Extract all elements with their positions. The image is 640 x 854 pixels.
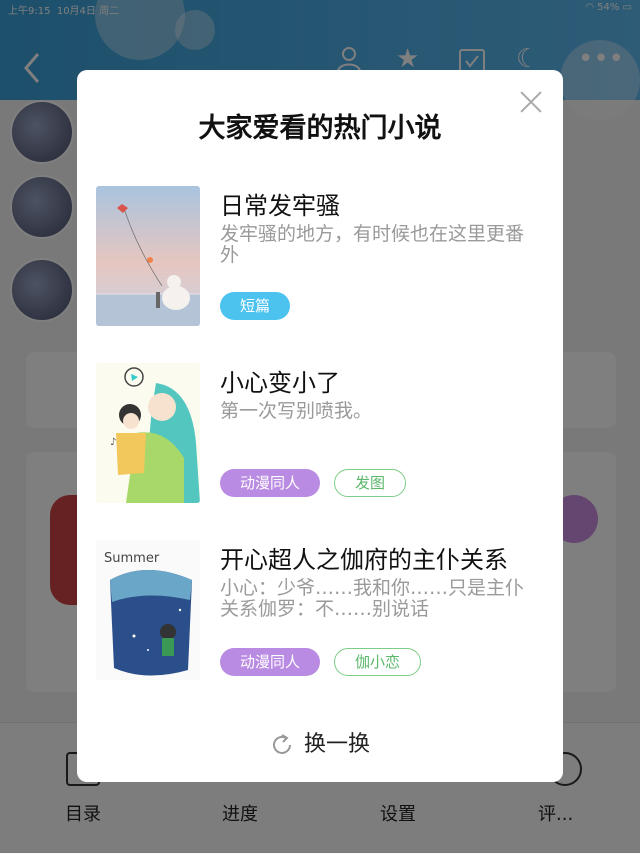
book-item[interactable]: Summer 开心超人之伽府的主仆关系 小心：少爷……我和你……只是主仆关系伽罗… [96, 540, 544, 684]
svg-text:♪: ♪ [110, 437, 116, 448]
tag[interactable]: 动漫同人 [220, 469, 321, 497]
modal-title: 大家爱看的热门小说 [198, 113, 442, 144]
book-tags: 动漫同人 伽小恋 [220, 648, 422, 676]
book-title[interactable]: 日常发牢骚 [220, 186, 340, 221]
book-cover[interactable]: ♪ [96, 363, 200, 503]
hot-novels-modal: 大家爱看的热门小说 日常发牢骚 发牢骚的地方，有时候也在这里更番外 短篇 ♪ 小… [77, 70, 563, 782]
book-tags: 短篇 [220, 292, 291, 320]
book-description: 第一次写别喷我。 [220, 400, 373, 422]
book-item[interactable]: 日常发牢骚 发牢骚的地方，有时候也在这里更番外 短篇 [96, 186, 544, 330]
book-description: 小心：少爷……我和你……只是主仆关系伽罗：不……别说话 [220, 577, 525, 620]
tag[interactable]: 短篇 [220, 292, 291, 320]
book-item[interactable]: ♪ 小心变小了 第一次写别喷我。 动漫同人 发图 [96, 363, 544, 507]
cover-text: Summer [104, 551, 160, 566]
book-cover[interactable] [96, 186, 200, 326]
book-description: 发牢骚的地方，有时候也在这里更番外 [220, 223, 525, 266]
refresh-button[interactable]: 换一换 [77, 726, 563, 758]
book-tags: 动漫同人 发图 [220, 469, 407, 497]
close-icon[interactable] [517, 88, 545, 116]
refresh-label: 换一换 [303, 732, 370, 757]
book-title[interactable]: 开心超人之伽府的主仆关系 [220, 540, 508, 575]
book-title[interactable]: 小心变小了 [220, 363, 340, 398]
tag[interactable]: 伽小恋 [334, 648, 422, 676]
refresh-icon [273, 734, 291, 754]
book-cover[interactable]: Summer [96, 540, 200, 680]
tag[interactable]: 动漫同人 [220, 648, 321, 676]
tag[interactable]: 发图 [334, 469, 407, 497]
